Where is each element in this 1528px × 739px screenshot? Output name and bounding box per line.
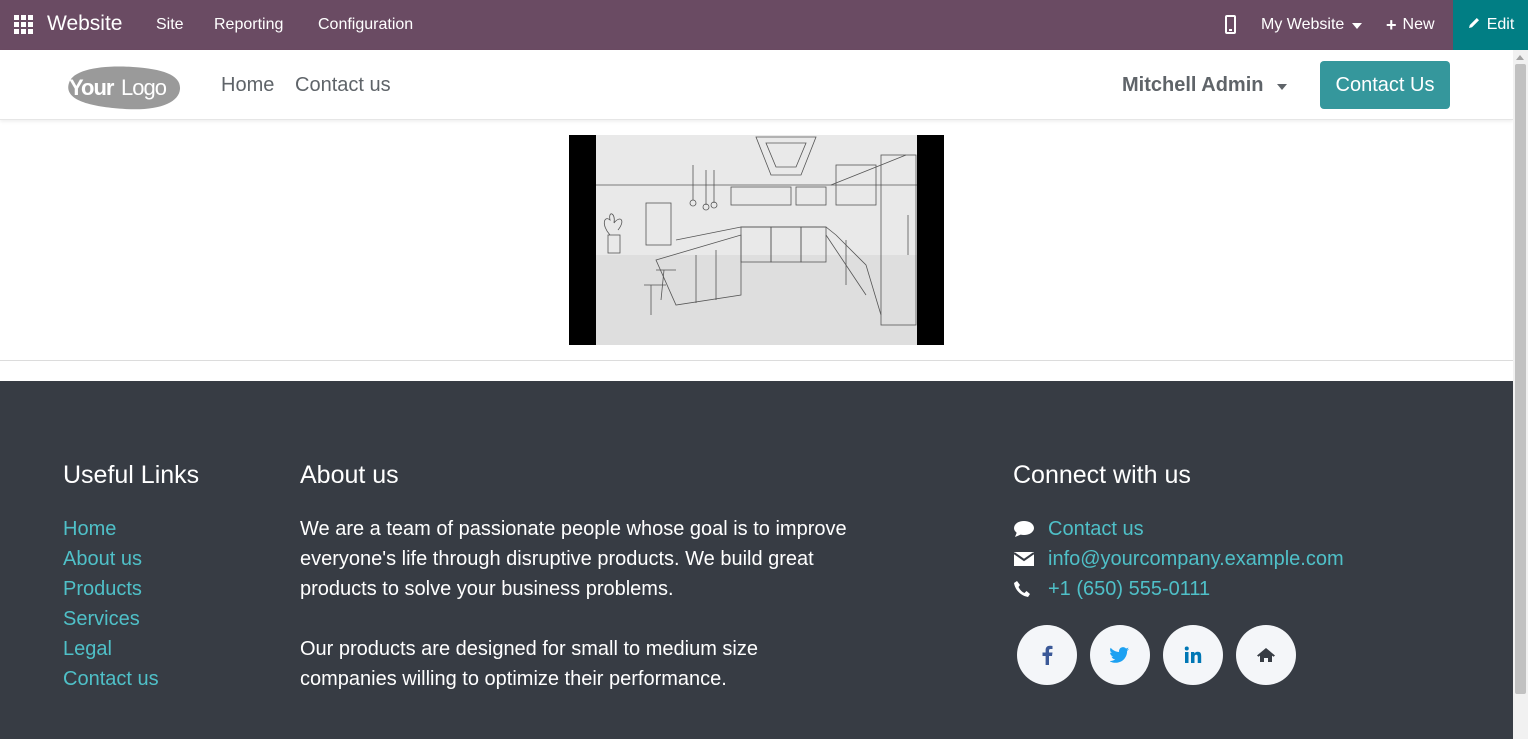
scrollbar-thumb[interactable] <box>1515 64 1526 694</box>
user-menu[interactable]: Mitchell Admin <box>1122 74 1288 97</box>
useful-links-list: Home About us Products Services Legal Co… <box>63 514 159 694</box>
admin-app-title[interactable]: Website <box>47 12 122 36</box>
new-button[interactable]: + New <box>1386 16 1435 34</box>
content-divider <box>0 360 1513 361</box>
menu-site[interactable]: Site <box>156 16 184 34</box>
envelope-icon <box>1013 551 1048 567</box>
twitter-icon[interactable] <box>1090 625 1150 685</box>
footer-link-services[interactable]: Services <box>63 604 159 634</box>
kitchen-sketch-image <box>596 135 917 345</box>
footer-link-home[interactable]: Home <box>63 514 159 544</box>
edit-button-label: Edit <box>1486 16 1515 33</box>
footer-link-contact-us[interactable]: Contact us <box>63 664 159 694</box>
website-selector-label: My Website <box>1261 16 1345 33</box>
connect-list: Contact us info@yourcompany.example.com … <box>1013 514 1344 604</box>
page-scrollbar[interactable] <box>1513 50 1528 739</box>
connect-item: info@yourcompany.example.com <box>1013 544 1344 574</box>
footer-link-about-us[interactable]: About us <box>63 544 159 574</box>
menu-reporting[interactable]: Reporting <box>214 16 283 34</box>
scroll-up-arrow-icon[interactable] <box>1516 55 1524 60</box>
nav-contact-us[interactable]: Contact us <box>295 74 391 97</box>
connect-item: +1 (650) 555-0111 <box>1013 574 1344 604</box>
apps-menu-icon[interactable] <box>14 15 33 34</box>
connect-title: Connect with us <box>1013 461 1191 489</box>
site-header: Your Logo Home Contact us Mitchell Admin… <box>0 50 1513 120</box>
footer-link-legal[interactable]: Legal <box>63 634 159 664</box>
chevron-down-icon <box>1352 23 1363 29</box>
connect-item: Contact us <box>1013 514 1344 544</box>
comment-icon <box>1013 520 1048 538</box>
useful-links-title: Useful Links <box>63 461 200 489</box>
linkedin-icon[interactable] <box>1163 625 1223 685</box>
about-us-title: About us <box>300 461 399 489</box>
about-paragraph-1: We are a team of passionate people whose… <box>300 518 847 600</box>
menu-configuration[interactable]: Configuration <box>318 16 413 34</box>
company-logo[interactable]: Your Logo <box>63 65 181 110</box>
site-footer: Useful Links Home About us Products Serv… <box>0 381 1513 739</box>
connect-email-link[interactable]: info@yourcompany.example.com <box>1048 548 1344 571</box>
user-name: Mitchell Admin <box>1122 74 1264 96</box>
connect-contact-link[interactable]: Contact us <box>1048 518 1144 541</box>
video-embed[interactable] <box>569 135 944 345</box>
footer-link-products[interactable]: Products <box>63 574 159 604</box>
admin-navbar: Website Site Reporting Configuration My … <box>0 0 1528 50</box>
edit-button[interactable]: Edit <box>1453 0 1528 50</box>
svg-text:Logo: Logo <box>121 75 167 100</box>
about-us-text: We are a team of passionate people whose… <box>300 514 860 694</box>
nav-home[interactable]: Home <box>221 74 274 97</box>
plus-icon: + <box>1386 15 1397 35</box>
facebook-icon[interactable] <box>1017 625 1077 685</box>
about-paragraph-2: Our products are designed for small to m… <box>300 638 758 690</box>
contact-us-button[interactable]: Contact Us <box>1320 61 1450 109</box>
website-selector[interactable]: My Website <box>1261 16 1363 34</box>
svg-text:Your: Your <box>69 75 115 100</box>
mobile-preview-icon[interactable] <box>1225 15 1236 34</box>
new-button-label: New <box>1402 16 1435 33</box>
home-icon[interactable] <box>1236 625 1296 685</box>
pencil-icon <box>1467 16 1481 34</box>
phone-icon <box>1013 580 1048 598</box>
connect-phone-link[interactable]: +1 (650) 555-0111 <box>1048 578 1210 601</box>
chevron-down-icon <box>1277 83 1288 90</box>
